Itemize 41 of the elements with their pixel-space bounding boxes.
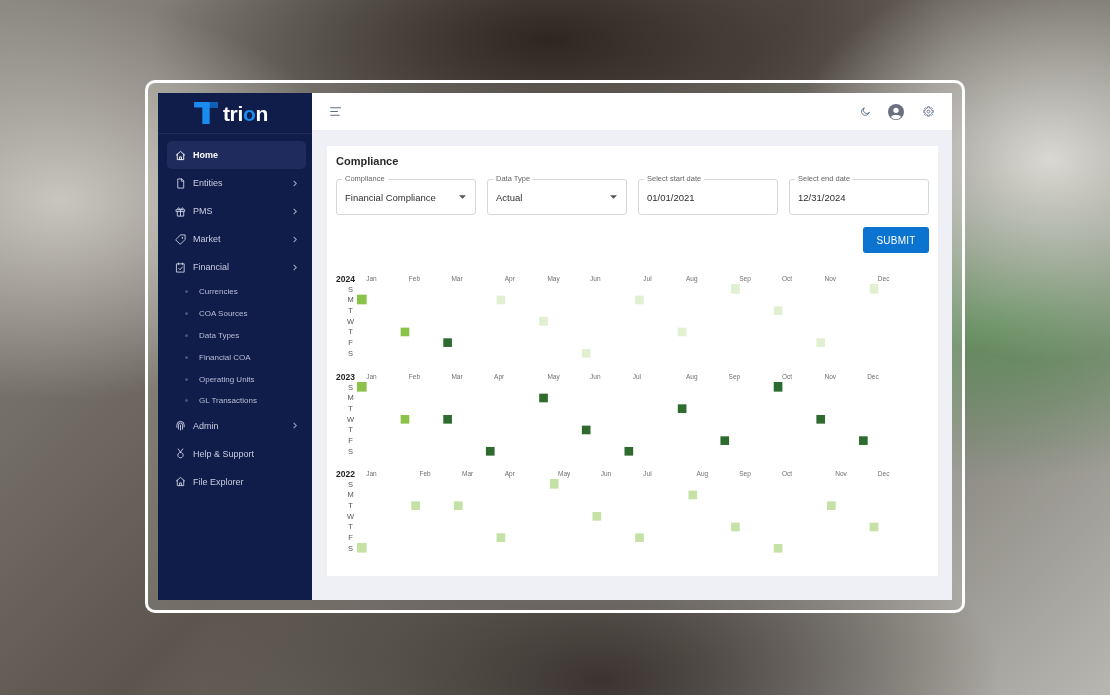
logo-icon <box>193 102 218 124</box>
medal-icon <box>175 448 186 460</box>
sidebar-item[interactable]: Home <box>167 141 306 169</box>
sidebar-item[interactable]: File Explorer <box>167 467 306 496</box>
home-icon <box>175 476 186 488</box>
fingerprint-icon <box>175 420 186 432</box>
home-icon <box>175 149 186 161</box>
bullet-icon <box>185 290 188 294</box>
sidebar-item[interactable]: Help & Support <box>167 439 306 468</box>
sidebar-item[interactable]: PMS <box>167 197 306 225</box>
bullet-icon <box>185 377 188 381</box>
submenu-item[interactable]: Currencies <box>167 281 306 303</box>
avatar-icon[interactable] <box>888 103 904 120</box>
submit-button[interactable]: SUBMIT <box>863 227 929 253</box>
caret-icon <box>610 195 617 199</box>
sidebar-item[interactable]: Market <box>167 225 306 253</box>
sidebar-item[interactable]: Entities <box>167 169 306 197</box>
year-label: 2024 <box>336 273 355 284</box>
menu-icon[interactable] <box>330 107 342 116</box>
gift-icon <box>175 205 186 217</box>
year-label: 2023 <box>336 371 355 381</box>
submenu-item[interactable]: Financial COA <box>167 346 306 369</box>
submenu-item[interactable]: COA Sources <box>167 302 306 325</box>
moon-icon[interactable] <box>860 106 871 117</box>
bullet-icon <box>185 334 188 337</box>
settings-icon[interactable] <box>923 106 934 117</box>
year-label: 2022 <box>336 468 355 479</box>
sidebar-item[interactable]: Financial <box>167 253 306 281</box>
logo-text: trion <box>222 102 269 124</box>
submenu-item[interactable]: GL Transactions <box>167 390 306 412</box>
bullet-icon <box>185 312 188 316</box>
document-icon <box>175 177 186 189</box>
caret-icon <box>459 195 466 199</box>
tag-icon <box>175 233 186 245</box>
calendar-icon <box>175 261 186 273</box>
sidebar-item[interactable]: Admin <box>167 411 306 440</box>
submenu-item[interactable]: Data Types <box>167 324 306 347</box>
card-title: Compliance <box>336 154 400 168</box>
bullet-icon <box>185 355 188 359</box>
bullet-icon <box>185 399 188 403</box>
submenu-item[interactable]: Operating Units <box>167 368 306 390</box>
